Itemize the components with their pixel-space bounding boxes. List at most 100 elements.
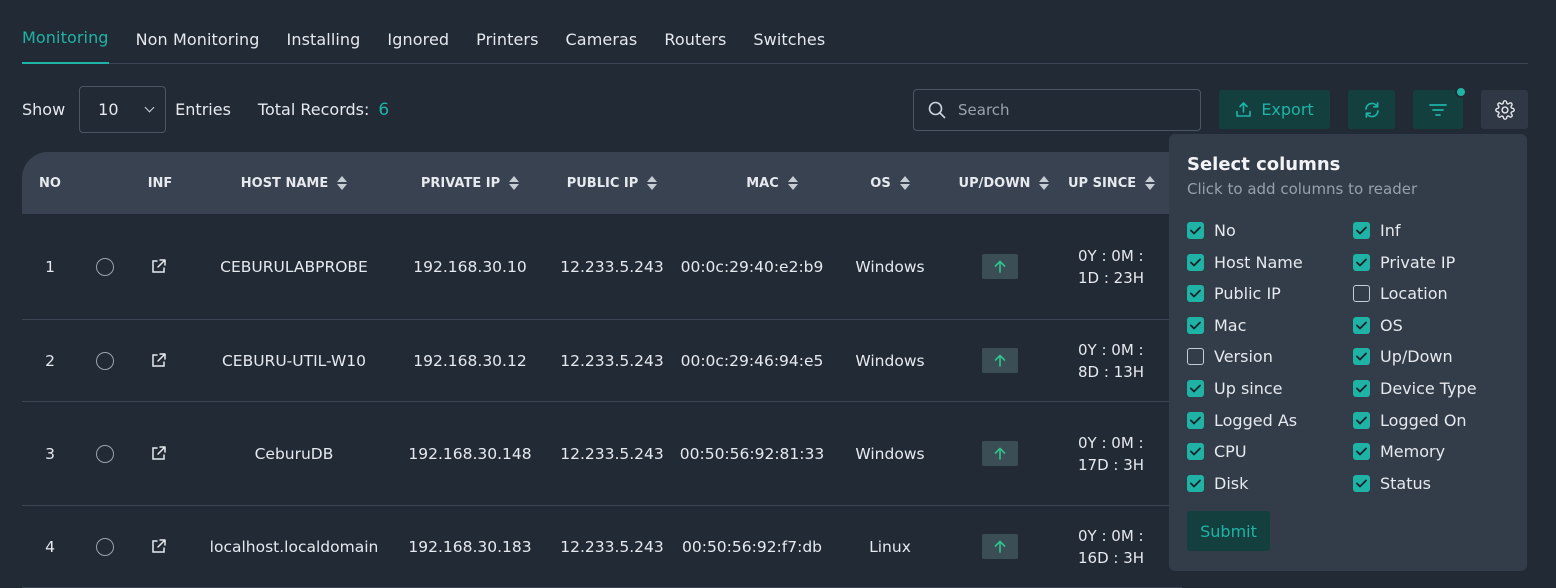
checkbox[interactable] <box>1187 222 1204 239</box>
column-option-location[interactable]: Location <box>1353 284 1448 303</box>
checkbox[interactable] <box>1353 253 1370 271</box>
tab-ignored[interactable]: Ignored <box>387 0 449 63</box>
col-header-up-down[interactable]: UP/DOWN <box>950 152 1058 214</box>
checkbox[interactable] <box>1353 285 1370 303</box>
checkbox[interactable] <box>1187 443 1204 461</box>
table-row[interactable]: 2 CEBURU-UTIL-W10 192.168.30.12 12.233.5… <box>22 320 1182 402</box>
checkmark-icon <box>1356 321 1367 330</box>
checkbox[interactable] <box>1187 285 1204 303</box>
sort-icon[interactable] <box>337 176 348 190</box>
entries-select[interactable]: 10 <box>79 86 167 133</box>
tab-printers[interactable]: Printers <box>476 0 538 63</box>
checkmark-icon <box>1190 447 1201 456</box>
checkbox[interactable] <box>1187 316 1204 334</box>
column-option-device-type[interactable]: Device Type <box>1353 379 1477 398</box>
col-header-up-since[interactable]: UP SINCE <box>1068 152 1168 214</box>
checkbox[interactable] <box>1187 253 1204 271</box>
tab-routers[interactable]: Routers <box>664 0 726 63</box>
upload-icon <box>1236 102 1252 117</box>
checkmark-icon <box>1190 289 1201 298</box>
column-option-label: OS <box>1380 315 1403 335</box>
col-header-private-ip[interactable]: PRIVATE IP <box>400 152 540 214</box>
table-row[interactable]: 3 CeburuDB 192.168.30.148 12.233.5.243 0… <box>22 402 1182 506</box>
tab-switches[interactable]: Switches <box>753 0 825 63</box>
sort-icon[interactable] <box>1039 176 1050 190</box>
table-row[interactable]: 1 CEBURULABPROBE 192.168.30.10 12.233.5.… <box>22 214 1182 320</box>
sort-icon[interactable] <box>509 176 520 190</box>
cell-mac: 00:50:56:92:f7:db <box>682 537 822 556</box>
submit-button[interactable]: Submit <box>1187 511 1270 551</box>
col-header-inf[interactable]: INF <box>132 152 188 214</box>
column-option-disk[interactable]: Disk <box>1187 474 1248 493</box>
column-option-label: Logged On <box>1380 410 1467 430</box>
cell-no: 4 <box>45 537 55 556</box>
refresh-button[interactable] <box>1348 90 1395 129</box>
column-option-memory[interactable]: Memory <box>1353 442 1445 461</box>
col-header-mac[interactable]: MAC <box>682 152 862 214</box>
filter-button[interactable] <box>1413 86 1467 129</box>
column-option-label: Host Name <box>1214 252 1303 272</box>
checkmark-icon <box>1356 226 1367 235</box>
export-button[interactable]: Export <box>1219 90 1330 129</box>
checkbox[interactable] <box>1187 348 1204 366</box>
column-option-mac[interactable]: Mac <box>1187 316 1246 335</box>
sort-icon[interactable] <box>647 176 658 190</box>
checkbox[interactable] <box>1187 474 1204 492</box>
sort-icon[interactable] <box>899 176 910 190</box>
tab-monitoring[interactable]: Monitoring <box>22 0 109 64</box>
column-option-public-ip[interactable]: Public IP <box>1187 284 1281 303</box>
external-link-icon[interactable] <box>150 258 167 275</box>
checkbox[interactable] <box>1353 380 1370 397</box>
checkbox[interactable] <box>1353 443 1370 461</box>
cell-public-ip: 12.233.5.243 <box>560 351 664 370</box>
search-box[interactable] <box>913 89 1201 131</box>
column-option-host-name[interactable]: Host Name <box>1187 253 1303 272</box>
checkbox[interactable] <box>1353 411 1370 429</box>
column-option-logged-on[interactable]: Logged On <box>1353 411 1467 430</box>
show-label: Show <box>22 100 66 119</box>
col-header-os[interactable]: OS <box>842 152 938 214</box>
tab-installing[interactable]: Installing <box>287 0 361 63</box>
column-option-up-since[interactable]: Up since <box>1187 379 1283 398</box>
external-link-icon[interactable] <box>150 352 167 369</box>
cell-up-since: 0Y : 0M :16D : 3H <box>1078 526 1145 567</box>
table-row[interactable]: 4 localhost.localdomain 192.168.30.183 1… <box>22 506 1182 588</box>
column-option-inf[interactable]: Inf <box>1353 221 1401 240</box>
column-option-os[interactable]: OS <box>1353 316 1403 335</box>
column-option-status[interactable]: Status <box>1353 474 1431 493</box>
external-link-icon[interactable] <box>150 445 167 462</box>
row-select-radio[interactable] <box>96 537 114 556</box>
cell-os: Windows <box>855 351 925 370</box>
column-option-label: Up/Down <box>1380 347 1453 367</box>
checkbox[interactable] <box>1353 474 1370 492</box>
checkbox[interactable] <box>1353 348 1370 366</box>
sort-icon[interactable] <box>787 176 798 190</box>
sort-icon[interactable] <box>1145 176 1156 190</box>
row-select-radio[interactable] <box>96 351 114 370</box>
checkbox[interactable] <box>1353 316 1370 334</box>
search-input[interactable] <box>958 101 1178 119</box>
cell-up-since: 0Y : 0M :1D : 23H <box>1078 246 1145 287</box>
column-option-label: Memory <box>1380 442 1446 462</box>
checkbox[interactable] <box>1187 411 1204 429</box>
column-option-up-down[interactable]: Up/Down <box>1353 347 1453 366</box>
tab-non-monitoring[interactable]: Non Monitoring <box>136 0 260 63</box>
column-option-version[interactable]: Version <box>1187 347 1273 366</box>
row-select-radio[interactable] <box>96 257 114 276</box>
column-option-no[interactable]: No <box>1187 221 1236 240</box>
col-header-no[interactable]: NO <box>22 152 78 214</box>
row-select-radio[interactable] <box>96 444 114 463</box>
column-option-logged-as[interactable]: Logged As <box>1187 411 1297 430</box>
table-header: NO INF HOST NAME PRIVATE IP PUBLIC IP MA… <box>22 152 1182 214</box>
settings-button[interactable] <box>1481 90 1528 129</box>
tab-cameras[interactable]: Cameras <box>566 0 638 63</box>
checkbox[interactable] <box>1187 380 1204 397</box>
checkmark-icon <box>1356 479 1367 488</box>
column-option-cpu[interactable]: CPU <box>1187 442 1247 461</box>
column-option-label: Public IP <box>1214 284 1281 304</box>
external-link-icon[interactable] <box>150 538 167 555</box>
col-header-public-ip[interactable]: PUBLIC IP <box>542 152 682 214</box>
column-option-private-ip[interactable]: Private IP <box>1353 253 1455 272</box>
col-header-host-name[interactable]: HOST NAME <box>202 152 386 214</box>
checkbox[interactable] <box>1353 222 1370 239</box>
